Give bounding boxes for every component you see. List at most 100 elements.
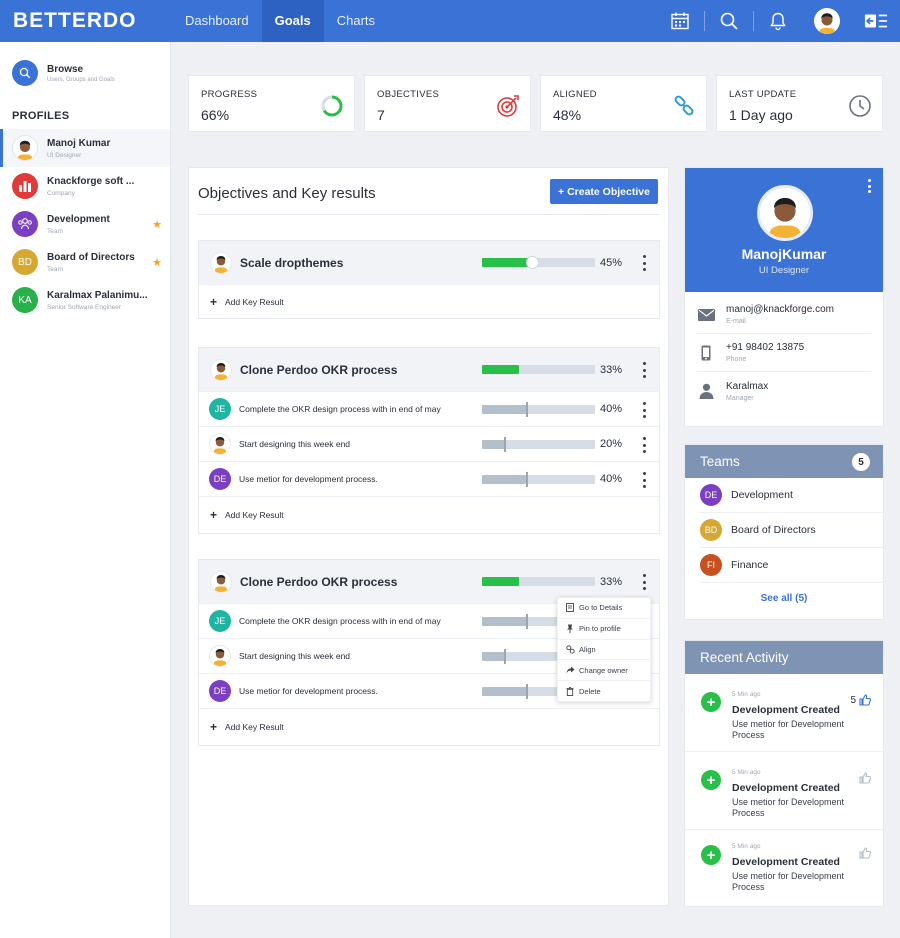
key-result-text: Complete the OKR design process with in … — [239, 404, 441, 414]
like-button[interactable] — [859, 772, 871, 784]
stat-label: PROGRESS — [201, 89, 258, 100]
progress-handle[interactable] — [503, 437, 506, 452]
profile-item-manoj[interactable]: Manoj Kumar UI Designer — [0, 129, 170, 167]
phone-label: Phone — [726, 356, 747, 363]
progress-bar[interactable] — [482, 472, 595, 487]
profile-item-board[interactable]: BD Board of Directors Team ★ — [0, 243, 170, 281]
profile-item-karalmax[interactable]: KA Karalmax Palanimu... Senior Software … — [0, 281, 170, 319]
plus-circle-icon: + — [701, 770, 721, 790]
objectives-title: Objectives and Key results — [198, 185, 376, 202]
more-options-icon[interactable] — [639, 574, 649, 590]
avatar: FI — [700, 554, 722, 576]
plus-icon: + — [210, 294, 218, 309]
progress-handle[interactable] — [526, 402, 529, 417]
stat-last-update: LAST UPDATE 1 Day ago — [716, 75, 883, 132]
progress-bar[interactable] — [482, 437, 595, 452]
profile-item-knackforge[interactable]: Knackforge soft ... Company — [0, 167, 170, 205]
more-options-icon[interactable] — [639, 362, 649, 378]
progress-bar[interactable] — [482, 365, 595, 374]
progress-bar[interactable] — [482, 577, 595, 586]
menu-item-change-owner[interactable]: Change owner — [558, 660, 650, 682]
more-options-icon[interactable] — [639, 437, 649, 453]
more-options-icon[interactable] — [868, 179, 872, 193]
phone-value[interactable]: +91 98402 13875 — [726, 342, 804, 353]
profile-name: Board of Directors — [47, 251, 135, 263]
stat-value: 1 Day ago — [729, 107, 793, 123]
progress-handle[interactable] — [526, 614, 529, 629]
browse-subtitle: Users, Groups and Goals — [47, 76, 115, 83]
objective-header[interactable]: Clone Perdoo OKR process 33% — [199, 348, 659, 391]
activity-time: 5 Min ago — [732, 843, 761, 850]
menu-item-go-to-details[interactable]: Go to Details — [558, 598, 650, 619]
progress-percent: 33% — [600, 364, 623, 376]
add-key-result-label: Add Key Result — [225, 296, 284, 307]
progress-handle[interactable] — [503, 649, 506, 664]
user-avatar[interactable] — [814, 8, 840, 34]
star-icon[interactable]: ★ — [152, 218, 162, 231]
menu-item-pin-to-profile[interactable]: Pin to profile — [558, 619, 650, 640]
menu-item-align[interactable]: Align — [558, 640, 650, 661]
team-item-development[interactable]: DE Development — [700, 478, 883, 513]
mail-icon — [697, 308, 715, 321]
calendar-icon[interactable] — [668, 9, 692, 33]
more-options-icon[interactable] — [639, 472, 649, 488]
teams-title: Teams — [700, 454, 740, 469]
like-button[interactable]: 5 — [850, 694, 871, 706]
thumbs-up-icon — [859, 772, 871, 784]
bell-icon[interactable] — [766, 9, 790, 33]
add-key-result-button[interactable]: + Add Key Result — [199, 708, 659, 745]
profile-email-row: manoj@knackforge.com E-mail — [697, 296, 871, 334]
add-key-result-button[interactable]: + Add Key Result — [199, 496, 659, 533]
more-options-icon[interactable] — [639, 402, 649, 418]
nav-charts[interactable]: Charts — [324, 0, 388, 42]
browse-link[interactable]: Browse Users, Groups and Goals — [0, 42, 170, 96]
manager-value[interactable]: Karalmax — [726, 381, 768, 392]
objective-header[interactable]: Scale dropthemes 45% — [199, 241, 659, 284]
profile-manager-row: Karalmax Manager — [697, 372, 871, 410]
sidebar: Browse Users, Groups and Goals PROFILES … — [0, 42, 171, 938]
progress-fill — [482, 687, 528, 696]
activity-title: Development Created — [732, 782, 840, 794]
email-value[interactable]: manoj@knackforge.com — [726, 304, 834, 315]
avatar — [12, 135, 38, 161]
objective-name: Clone Perdoo OKR process — [240, 574, 398, 589]
stat-label: LAST UPDATE — [729, 89, 797, 100]
like-button[interactable] — [859, 847, 871, 859]
objective-name: Clone Perdoo OKR process — [240, 362, 398, 377]
plus-circle-icon: + — [701, 845, 721, 865]
avatar: DE — [209, 468, 231, 490]
see-all-teams-link[interactable]: See all (5) — [685, 593, 883, 604]
progress-bar[interactable] — [482, 402, 595, 417]
user-icon — [697, 383, 715, 399]
progress-handle[interactable] — [526, 684, 529, 699]
logout-icon[interactable] — [864, 9, 888, 33]
activity-item: + 5 Min ago Development Created Use meti… — [685, 674, 883, 752]
team-item-board[interactable]: BD Board of Directors — [700, 513, 883, 548]
add-key-result-button[interactable]: + Add Key Result — [199, 284, 659, 318]
search-icon[interactable] — [717, 9, 741, 33]
key-result-row[interactable]: JE Complete the OKR design process with … — [199, 391, 659, 426]
more-options-icon[interactable] — [639, 255, 649, 271]
key-result-row[interactable]: Start designing this week end 20% — [199, 426, 659, 461]
app-logo[interactable]: BETTERDO — [0, 9, 172, 33]
progress-percent: 45% — [600, 257, 623, 269]
nav-goals[interactable]: Goals — [261, 0, 324, 42]
progress-fill — [482, 617, 528, 626]
thumbs-up-icon — [859, 694, 871, 706]
key-result-text: Start designing this week end — [239, 439, 351, 449]
key-result-text: Start designing this week end — [239, 651, 351, 661]
progress-handle[interactable] — [526, 472, 529, 487]
profile-item-development[interactable]: Development Team ★ — [0, 205, 170, 243]
thumbs-up-icon — [859, 847, 871, 859]
menu-item-label: Change owner — [579, 665, 628, 675]
key-result-row[interactable]: DE Use metior for development process. 4… — [199, 461, 659, 496]
nav-dashboard[interactable]: Dashboard — [172, 0, 262, 42]
menu-item-delete[interactable]: Delete — [558, 681, 650, 702]
avatar: BD — [700, 519, 722, 541]
progress-handle[interactable] — [526, 256, 540, 269]
progress-bar[interactable] — [482, 256, 595, 269]
team-item-finance[interactable]: FI Finance — [700, 548, 883, 583]
create-objective-button[interactable]: + Create Objective — [550, 179, 658, 204]
star-icon[interactable]: ★ — [152, 256, 162, 269]
key-result-text: Complete the OKR design process with in … — [239, 616, 441, 626]
